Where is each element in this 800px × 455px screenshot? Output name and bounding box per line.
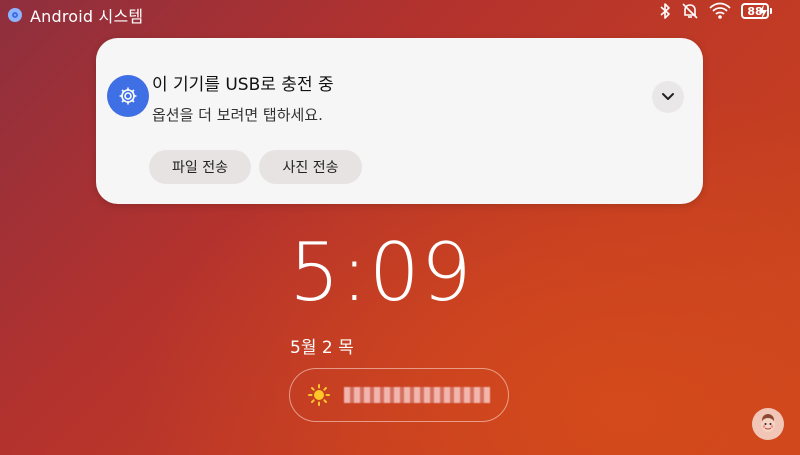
notification-title: 이 기기를 USB로 충전 중: [152, 75, 334, 95]
user-avatar[interactable]: [752, 408, 784, 440]
status-bar-app-name: Android 시스템: [30, 7, 144, 26]
lock-screen-clock: 5:09: [289, 226, 473, 319]
wifi-icon: [709, 2, 731, 19]
android-system-icon: [8, 8, 22, 22]
notification-text: 옵션을 더 보려면 탭하세요.: [152, 106, 323, 124]
chevron-down-icon: [662, 93, 674, 100]
charging-bolt-icon: [759, 4, 767, 20]
weather-widget[interactable]: [289, 368, 509, 422]
file-transfer-button[interactable]: 파일 전송: [149, 150, 251, 184]
usb-charging-notification[interactable]: 이 기기를 USB로 충전 중 옵션을 더 보려면 탭하세요. 파일 전송 사진…: [96, 38, 703, 204]
status-bar-right: 88: [659, 2, 772, 20]
weather-location-blurred: [344, 387, 490, 403]
status-bar: Android 시스템 88: [0, 0, 800, 27]
status-bar-left: Android 시스템: [8, 3, 143, 27]
avatar-icon: [761, 414, 775, 432]
bell-off-icon: [682, 3, 698, 19]
lock-screen-date: 5월 2 목: [290, 338, 354, 358]
photo-transfer-button[interactable]: 사진 전송: [259, 150, 362, 184]
settings-gear-icon: [107, 75, 149, 117]
bluetooth-icon: [660, 3, 670, 19]
sun-icon: [308, 384, 330, 406]
expand-button[interactable]: [652, 81, 684, 113]
